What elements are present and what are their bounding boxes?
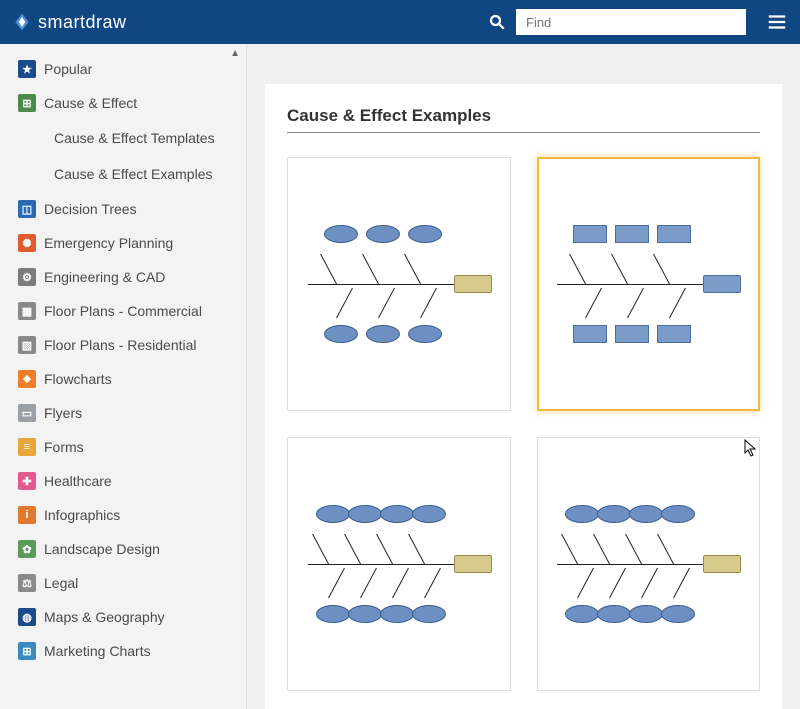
- sidebar-item-label: Marketing Charts: [44, 643, 151, 659]
- sidebar-item-cause-effect[interactable]: ⊞ Cause & Effect: [0, 86, 246, 120]
- sidebar-item-flyers[interactable]: ▭ Flyers: [0, 396, 246, 430]
- sidebar-item-label: Legal: [44, 575, 78, 591]
- sidebar-item-label: Healthcare: [44, 473, 112, 489]
- sidebar-item-label: Forms: [44, 439, 84, 455]
- sidebar-item-label: Floor Plans - Residential: [44, 337, 197, 353]
- sidebar-item-legal[interactable]: ⚖ Legal: [0, 566, 246, 600]
- template-grid: [287, 157, 760, 691]
- category-icon: ≡: [18, 438, 36, 456]
- template-thumb-fishbone-example-3[interactable]: [287, 437, 511, 691]
- sidebar-item-label: Flyers: [44, 405, 82, 421]
- category-icon: ⚙: [18, 268, 36, 286]
- search-input[interactable]: [516, 9, 746, 35]
- sidebar-sub-cause-effect-examples[interactable]: Cause & Effect Examples: [0, 156, 246, 192]
- category-icon: ⚖: [18, 574, 36, 592]
- sidebar-item-maps-geography[interactable]: ◍ Maps & Geography: [0, 600, 246, 634]
- search-icon: [488, 13, 506, 31]
- sidebar-item-label: Decision Trees: [44, 201, 137, 217]
- app-header: smartdraw: [0, 0, 800, 44]
- template-thumb-fishbone-example-2[interactable]: [537, 157, 761, 411]
- sidebar-item-label: Engineering & CAD: [44, 269, 165, 285]
- sidebar-item-decision-trees[interactable]: ◫ Decision Trees: [0, 192, 246, 226]
- sidebar-item-label: Floor Plans - Commercial: [44, 303, 202, 319]
- category-icon: ✿: [18, 540, 36, 558]
- category-icon: i: [18, 506, 36, 524]
- sidebar-item-engineering-cad[interactable]: ⚙ Engineering & CAD: [0, 260, 246, 294]
- sidebar-item-label: Flowcharts: [44, 371, 112, 387]
- sidebar-item-label: Infographics: [44, 507, 120, 523]
- brand-name: smartdraw: [38, 12, 127, 33]
- sidebar-item-floor-plans-commercial[interactable]: ▦ Floor Plans - Commercial: [0, 294, 246, 328]
- sidebar-item-label: Maps & Geography: [44, 609, 165, 625]
- smartdraw-logo-icon: [12, 12, 32, 32]
- category-icon: ▭: [18, 404, 36, 422]
- category-icon: ◍: [18, 608, 36, 626]
- sidebar-item-popular[interactable]: ★ Popular: [0, 52, 246, 86]
- sidebar-item-label: Emergency Planning: [44, 235, 173, 251]
- sidebar-item-landscape-design[interactable]: ✿ Landscape Design: [0, 532, 246, 566]
- menu-icon[interactable]: [766, 11, 788, 33]
- sidebar-item-label: Cause & Effect: [44, 95, 137, 111]
- category-icon: ⊞: [18, 642, 36, 660]
- category-sidebar: ▲ ★ Popular ⊞ Cause & Effect Cause & Effect …: [0, 44, 247, 709]
- template-thumb-fishbone-example-1[interactable]: [287, 157, 511, 411]
- category-icon: ▧: [18, 336, 36, 354]
- category-icon: ⊞: [18, 94, 36, 112]
- sidebar-item-flowcharts[interactable]: ⬥ Flowcharts: [0, 362, 246, 396]
- category-icon: ◫: [18, 200, 36, 218]
- sidebar-item-marketing-charts[interactable]: ⊞ Marketing Charts: [0, 634, 246, 668]
- sidebar-item-forms[interactable]: ≡ Forms: [0, 430, 246, 464]
- category-icon: ✺: [18, 234, 36, 252]
- category-icon: ★: [18, 60, 36, 78]
- sidebar-item-label: Landscape Design: [44, 541, 160, 557]
- page-title: Cause & Effect Examples: [287, 106, 760, 126]
- category-icon: ▦: [18, 302, 36, 320]
- category-icon: ⬥: [18, 370, 36, 388]
- sidebar-item-emergency-planning[interactable]: ✺ Emergency Planning: [0, 226, 246, 260]
- sidebar-item-label: Popular: [44, 61, 92, 77]
- sidebar-item-floor-plans-residential[interactable]: ▧ Floor Plans - Residential: [0, 328, 246, 362]
- scroll-up-indicator[interactable]: ▲: [230, 48, 240, 59]
- category-icon: ✚: [18, 472, 36, 490]
- sidebar-item-infographics[interactable]: i Infographics: [0, 498, 246, 532]
- brand-logo[interactable]: smartdraw: [12, 12, 127, 33]
- sidebar-sub-cause-effect-templates[interactable]: Cause & Effect Templates: [0, 120, 246, 156]
- template-thumb-fishbone-example-4[interactable]: [537, 437, 761, 691]
- sidebar-item-healthcare[interactable]: ✚ Healthcare: [0, 464, 246, 498]
- main-content: Cause & Effect Examples: [247, 44, 800, 709]
